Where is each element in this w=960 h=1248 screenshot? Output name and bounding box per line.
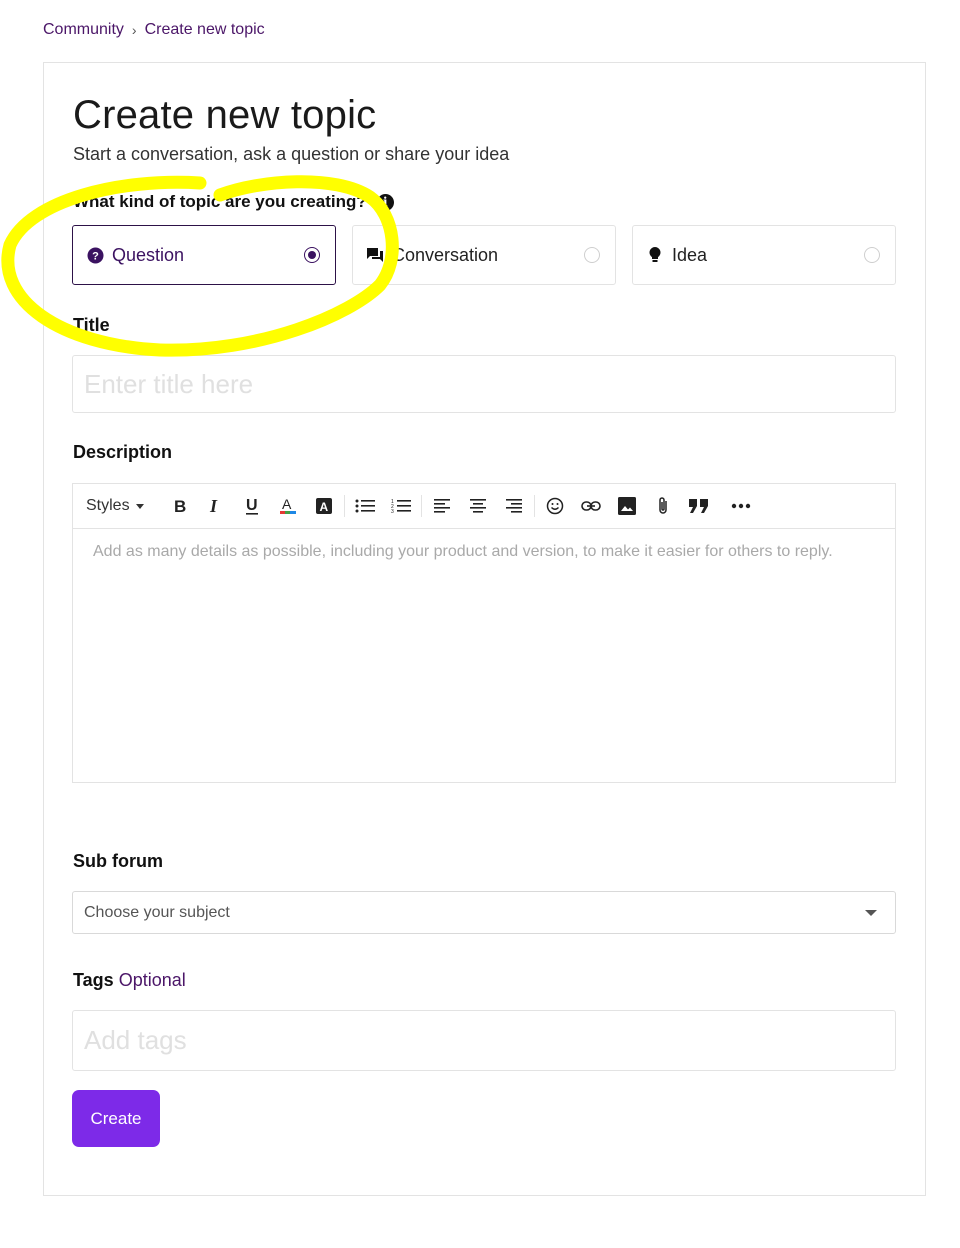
toolbar-divider <box>343 495 345 517</box>
svg-text:A: A <box>319 500 328 514</box>
radio-unselected[interactable] <box>584 247 600 263</box>
bold-icon[interactable]: B <box>162 491 198 521</box>
title-label: Title <box>73 315 110 335</box>
sub-forum-select[interactable]: Choose your subject <box>72 891 896 934</box>
breadcrumb-current: Create new topic <box>144 21 265 38</box>
sub-forum-value: Choose your subject <box>84 903 230 921</box>
align-center-icon[interactable] <box>460 491 496 521</box>
topic-type-conversation[interactable]: Conversation <box>352 225 616 285</box>
emoji-icon[interactable] <box>537 491 573 521</box>
toolbar-divider <box>533 495 535 517</box>
styles-dropdown[interactable]: Styles <box>86 497 144 515</box>
chevron-down-icon <box>865 909 877 916</box>
create-topic-card: Create new topic Start a conversation, a… <box>43 62 926 1196</box>
align-right-icon[interactable] <box>496 491 532 521</box>
tags-input[interactable] <box>72 1010 896 1071</box>
svg-text:3: 3 <box>391 509 394 514</box>
sub-forum-label: Sub forum <box>73 851 163 871</box>
align-left-icon[interactable] <box>424 491 460 521</box>
topic-kind-question: What kind of topic are you creating? <box>73 192 367 211</box>
title-input[interactable] <box>72 355 896 413</box>
image-icon[interactable] <box>609 491 645 521</box>
more-icon[interactable] <box>723 491 759 521</box>
topic-type-label: Idea <box>672 244 708 265</box>
radio-selected[interactable] <box>304 247 320 263</box>
attachment-icon[interactable] <box>645 491 681 521</box>
svg-text:?: ? <box>92 250 99 262</box>
question-circle-icon: ? <box>85 245 105 265</box>
lightbulb-icon <box>645 245 665 265</box>
svg-text:B: B <box>174 498 186 514</box>
toolbar-divider <box>420 495 422 517</box>
bulleted-list-icon[interactable] <box>347 491 383 521</box>
breadcrumb: Community › Create new topic <box>43 21 265 39</box>
chat-bubbles-icon <box>365 245 385 265</box>
create-button[interactable]: Create <box>72 1090 160 1147</box>
underline-icon[interactable]: U <box>234 491 270 521</box>
topic-type-idea[interactable]: Idea <box>632 225 896 285</box>
highlight-icon[interactable]: A <box>306 491 342 521</box>
breadcrumb-community-link[interactable]: Community <box>43 21 124 39</box>
svg-text:I: I <box>209 498 218 514</box>
topic-type-question[interactable]: ? Question <box>72 225 336 285</box>
page-title: Create new topic <box>73 93 377 137</box>
tags-label: Tags Optional <box>73 970 186 991</box>
italic-icon[interactable]: I <box>198 491 234 521</box>
link-icon[interactable] <box>573 491 609 521</box>
numbered-list-icon[interactable]: 123 <box>383 491 419 521</box>
breadcrumb-separator: › <box>131 22 137 38</box>
svg-text:U: U <box>246 497 258 514</box>
topic-kind-label: What kind of topic are you creating? i <box>73 192 394 212</box>
info-icon[interactable]: i <box>376 193 394 211</box>
description-textarea[interactable]: Add as many details as possible, includi… <box>73 529 895 575</box>
editor-toolbar: Styles B I U A A 123 <box>73 484 895 529</box>
page-subtitle: Start a conversation, ask a question or … <box>73 144 510 164</box>
chevron-down-icon <box>135 503 144 509</box>
text-color-icon[interactable]: A <box>270 491 306 521</box>
styles-label: Styles <box>86 497 130 514</box>
description-editor: Styles B I U A A 123 Add as many details… <box>72 483 896 783</box>
radio-unselected[interactable] <box>864 247 880 263</box>
topic-type-label: Question <box>112 244 185 265</box>
description-label: Description <box>73 442 173 462</box>
svg-text:A: A <box>282 497 292 512</box>
quote-icon[interactable] <box>681 491 717 521</box>
topic-type-label: Conversation <box>392 244 499 265</box>
optional-tag: Optional <box>118 970 186 990</box>
tags-label-text: Tags <box>73 970 114 990</box>
